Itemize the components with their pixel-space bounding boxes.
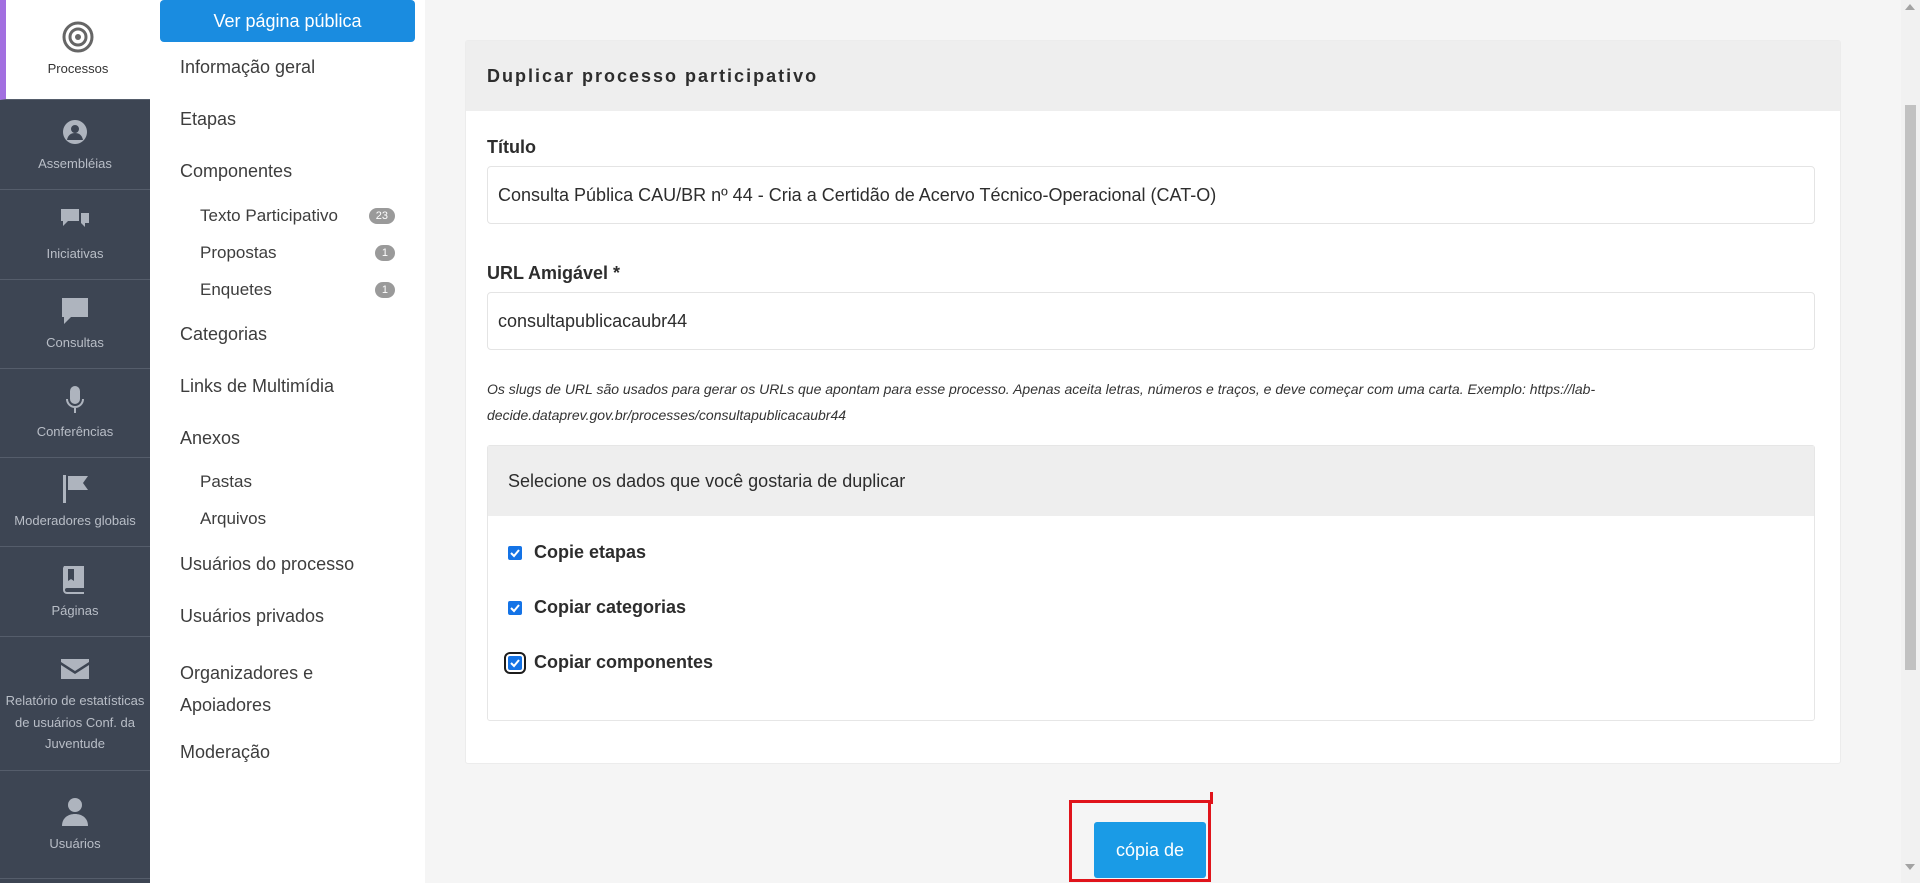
menu-component-texto-participativo[interactable]: Texto Participativo 23	[200, 206, 395, 226]
speech-bubble-icon	[58, 294, 92, 328]
duplicate-options-box: Selecione os dados que você gostaria de …	[487, 445, 1815, 721]
title-label: Título	[487, 137, 536, 157]
scroll-down-arrow-icon[interactable]	[1905, 864, 1915, 870]
count-badge: 1	[374, 245, 395, 261]
component-label: Texto Participativo	[200, 206, 338, 225]
slug-input[interactable]	[487, 292, 1815, 350]
nav-item-label: Consultas	[46, 335, 104, 351]
copy-components-label: Copiar componentes	[534, 652, 714, 672]
menu-anexos[interactable]: Anexos	[180, 428, 240, 449]
icon-sidebar: Processos Assembléias Iniciativas Consul…	[0, 0, 150, 883]
copy-categories-checkbox[interactable]	[508, 600, 522, 615]
card-header: Duplicar processo participativo	[466, 41, 1840, 111]
menu-arquivos[interactable]: Arquivos	[200, 509, 266, 529]
nav-item-iniciativas[interactable]: Iniciativas	[0, 190, 150, 280]
menu-usuarios-privados[interactable]: Usuários privados	[180, 606, 324, 627]
menu-component-enquetes[interactable]: Enquetes 1	[200, 280, 395, 300]
nav-item-label: Relatório de estatísticas de usuários Co…	[5, 693, 145, 752]
microphone-icon	[58, 383, 92, 417]
nav-item-label: Usuários	[49, 835, 101, 851]
copy-components-checkbox[interactable]	[504, 651, 526, 674]
copy-submit-button[interactable]: cópia de	[1094, 822, 1206, 878]
copy-steps-label: Copie etapas	[534, 542, 647, 562]
menu-usuarios-processo[interactable]: Usuários do processo	[180, 554, 354, 575]
component-label: Propostas	[200, 243, 277, 262]
copy-categories-checkbox-row[interactable]: Copiar categorias	[508, 597, 686, 618]
copy-steps-checkbox[interactable]	[508, 545, 522, 560]
nav-item-paginas[interactable]: Páginas	[0, 547, 150, 637]
title-input[interactable]	[487, 166, 1815, 224]
menu-component-propostas[interactable]: Propostas 1	[200, 243, 395, 263]
nav-item-label: Processos	[47, 60, 109, 76]
chat-bubbles-icon	[58, 205, 92, 239]
nav-item-assembleias[interactable]: Assembléias	[0, 100, 150, 190]
nav-item-label: Assembléias	[38, 155, 112, 171]
duplicate-options-heading: Selecione os dados que você gostaria de …	[488, 446, 1814, 516]
assembly-icon	[58, 115, 92, 149]
menu-links-multimidia[interactable]: Links de Multimídia	[180, 376, 334, 397]
menu-informacao-geral[interactable]: Informação geral	[180, 57, 315, 78]
slug-help-text: Os slugs de URL são usados para gerar os…	[487, 381, 1596, 423]
menu-categorias[interactable]: Categorias	[180, 324, 267, 345]
component-label: Enquetes	[200, 280, 272, 299]
book-icon	[58, 562, 92, 596]
scroll-up-arrow-icon[interactable]	[1905, 4, 1915, 10]
checkmark-icon	[510, 603, 520, 612]
copy-components-checkbox-row[interactable]: Copiar componentes	[504, 651, 714, 674]
nav-item-label: Moderadores globais	[14, 513, 136, 529]
nav-item-moderadores[interactable]: Moderadores globais	[0, 458, 150, 547]
nav-item-relatorio[interactable]: Relatório de estatísticas de usuários Co…	[0, 637, 150, 771]
flag-icon	[58, 472, 92, 506]
page-scrollbar[interactable]	[1901, 0, 1920, 883]
nav-item-consultas[interactable]: Consultas	[0, 280, 150, 369]
scroll-thumb[interactable]	[1905, 105, 1916, 670]
nav-item-label: Iniciativas	[46, 245, 104, 261]
checkmark-icon	[510, 658, 520, 667]
duplicate-process-card: Duplicar processo participativo Título U…	[465, 40, 1841, 764]
envelope-icon	[58, 652, 92, 686]
menu-etapas[interactable]: Etapas	[180, 109, 236, 130]
nav-item-conferencias[interactable]: Conferências	[0, 369, 150, 458]
nav-item-label: Conferências	[36, 424, 114, 440]
count-badge: 23	[368, 208, 395, 224]
slug-label: URL Amigável *	[487, 263, 621, 283]
count-badge: 1	[374, 282, 395, 298]
target-icon	[61, 20, 95, 54]
nav-item-processos[interactable]: Processos	[0, 0, 150, 100]
checkmark-icon	[510, 548, 520, 557]
menu-organizadores[interactable]: Organizadores e Apoiadores	[180, 657, 340, 721]
menu-moderacao[interactable]: Moderação	[180, 742, 270, 763]
process-menu: Ver página pública Informação geral Etap…	[150, 0, 425, 883]
copy-categories-label: Copiar categorias	[534, 597, 687, 617]
menu-pastas[interactable]: Pastas	[200, 472, 252, 492]
view-public-page-button[interactable]: Ver página pública	[160, 0, 415, 42]
menu-componentes[interactable]: Componentes	[180, 161, 292, 182]
page-title: Duplicar processo participativo	[487, 65, 819, 86]
copy-steps-checkbox-row[interactable]: Copie etapas	[508, 542, 646, 563]
user-icon	[58, 795, 92, 829]
highlight-annotation-tick	[1210, 792, 1213, 804]
nav-item-usuarios[interactable]: Usuários	[0, 771, 150, 879]
nav-item-label: Páginas	[51, 602, 99, 618]
